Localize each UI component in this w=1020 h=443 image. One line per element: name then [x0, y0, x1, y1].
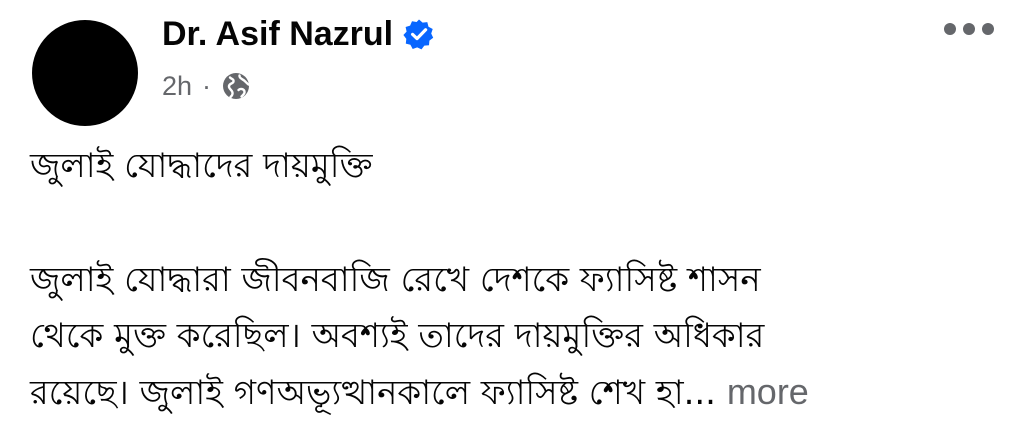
- globe-icon[interactable]: [221, 71, 251, 101]
- menu-dot: [963, 23, 975, 35]
- post-timestamp[interactable]: 2h: [162, 71, 192, 102]
- post-body-line-last: রয়েছে। জুলাই গণঅভ্যূত্থানকালে ফ্যাসিষ্ট…: [30, 364, 990, 420]
- post-meta: 2h ·: [162, 66, 251, 106]
- see-more-link[interactable]: more: [727, 371, 809, 412]
- post-body-line-text: রয়েছে। জুলাই গণঅভ্যূত্থানকালে ফ্যাসিষ্ট…: [30, 373, 716, 413]
- author-row: Dr. Asif Nazrul: [162, 12, 435, 56]
- author-avatar[interactable]: [32, 20, 138, 126]
- more-horizontal-icon[interactable]: [936, 14, 1002, 44]
- feed-post: Dr. Asif Nazrul 2h · জুলাই যোদ্ধাদের দায…: [0, 0, 1020, 443]
- post-title: জুলাই যোদ্ধাদের দায়মুক্তি: [30, 146, 373, 186]
- menu-dot: [982, 23, 994, 35]
- meta-separator: ·: [202, 70, 212, 101]
- menu-dot: [944, 23, 956, 35]
- post-body-line: জুলাই যোদ্ধারা জীবনবাজি রেখে দেশকে ফ্যাস…: [30, 260, 761, 300]
- author-name[interactable]: Dr. Asif Nazrul: [162, 15, 393, 54]
- post-body-line: থেকে মুক্ত করেছিল। অবশ্যই তাদের দায়মুক্…: [30, 316, 765, 356]
- post-body: জুলাই যোদ্ধারা জীবনবাজি রেখে দেশকে ফ্যাস…: [30, 252, 990, 420]
- verified-badge-icon: [403, 18, 435, 50]
